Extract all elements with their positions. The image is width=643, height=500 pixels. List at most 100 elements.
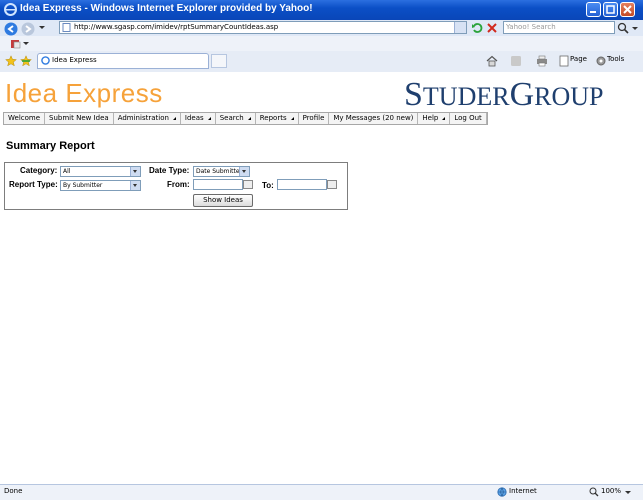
stop-icon[interactable] [486, 22, 498, 34]
report-type-label: Report Type: [9, 180, 58, 189]
search-options-chevron-icon[interactable] [631, 25, 639, 33]
status-bar: Done Internet 100% [0, 484, 643, 500]
studer-group-logo: STUDERGROUP [404, 76, 604, 114]
ie-icon [4, 3, 17, 16]
menu-item-label: Reports [259, 114, 287, 122]
menu-item-welcome[interactable]: Welcome [4, 113, 46, 124]
status-text: Done [4, 487, 23, 495]
page-menu[interactable]: Page [570, 55, 587, 63]
address-dropdown-icon[interactable] [454, 22, 466, 33]
feeds-icon[interactable] [510, 55, 522, 67]
maximize-button[interactable] [603, 2, 618, 17]
chevron-down-icon[interactable] [625, 490, 631, 496]
submenu-arrow-icon [442, 116, 446, 120]
add-favorites-icon[interactable] [20, 55, 32, 67]
date-type-label: Date Type: [149, 166, 190, 175]
menu-item-label: Ideas [184, 114, 204, 122]
logo-letter: S [404, 76, 423, 113]
minimize-button[interactable] [586, 2, 601, 17]
logo-text: ROUP [534, 82, 604, 111]
window-titlebar: Idea Express - Windows Internet Explorer… [0, 0, 643, 20]
home-icon[interactable] [486, 55, 498, 67]
maximize-icon [606, 5, 615, 14]
search-go-icon[interactable] [617, 22, 629, 34]
show-ideas-button[interactable]: Show Ideas [193, 194, 253, 207]
menu-item-reports[interactable]: Reports [256, 113, 299, 124]
zoom-level[interactable]: 100% [601, 487, 621, 495]
tools-menu[interactable]: Tools [607, 55, 624, 63]
globe-icon [497, 487, 507, 497]
page-favicon-icon [62, 23, 71, 32]
menu-item-help[interactable]: Help [418, 113, 451, 124]
page-content: Idea Express STUDERGROUP Welcome Submit N… [0, 72, 643, 483]
address-row: http://www.sgasp.com/imidev/rptSummaryCo… [0, 20, 643, 36]
logo-letter: G [509, 76, 535, 113]
zoom-icon[interactable] [589, 487, 599, 497]
to-date-input[interactable] [277, 179, 327, 190]
close-button[interactable] [620, 2, 635, 17]
logo-text: TUDER [422, 82, 510, 111]
menu-item-label: Log Out [454, 114, 482, 122]
menu-item-search[interactable]: Search [216, 113, 256, 124]
submenu-arrow-icon [290, 116, 294, 120]
submenu-arrow-icon [172, 116, 176, 120]
menu-item-submit-new-idea[interactable]: Submit New Idea [45, 113, 114, 124]
chevron-down-icon[interactable] [23, 41, 29, 47]
idea-express-logo: Idea Express [5, 78, 163, 108]
address-bar[interactable]: http://www.sgasp.com/imidev/rptSummaryCo… [59, 21, 467, 34]
calendar-icon[interactable] [327, 180, 337, 189]
date-type-value: Date Submitted [196, 168, 244, 175]
yahoo-toolbar-icon[interactable] [10, 38, 22, 50]
chevron-down-icon [130, 181, 140, 190]
from-date-input[interactable] [193, 179, 243, 190]
tools-gear-icon[interactable] [595, 55, 607, 67]
favorites-star-icon[interactable] [5, 55, 17, 67]
chevron-down-icon [130, 167, 140, 176]
menu-item-label: Search [219, 114, 244, 122]
report-filter-form: Category: All Report Type: By Submitter … [4, 162, 348, 210]
submenu-arrow-icon [207, 116, 211, 120]
new-tab-button[interactable] [211, 54, 227, 68]
refresh-icon[interactable] [471, 22, 483, 34]
forward-icon[interactable] [21, 22, 35, 36]
search-placeholder: Yahoo! Search [506, 23, 556, 31]
tab-label: Idea Express [52, 56, 97, 64]
chevron-down-icon[interactable] [38, 23, 46, 31]
category-select[interactable]: All [60, 166, 141, 177]
menu-item-administration[interactable]: Administration [114, 113, 181, 124]
calendar-icon[interactable] [243, 180, 253, 189]
menu-item-label: Profile [302, 114, 325, 122]
site-menu-bar: Welcome Submit New Idea Administration Idea… [3, 112, 488, 125]
tab-strip: Idea Express Page Tools [0, 51, 643, 72]
menu-item-label: My Messages (20 new) [333, 114, 414, 122]
page-title: Summary Report [6, 140, 95, 152]
security-zone: Internet [509, 487, 537, 495]
print-icon[interactable] [536, 55, 548, 67]
links-toolbar [0, 36, 643, 52]
window-title: Idea Express - Windows Internet Explorer… [20, 3, 313, 14]
menu-item-profile[interactable]: Profile [299, 113, 330, 124]
minimize-icon [590, 11, 596, 13]
tab-idea-express[interactable]: Idea Express [37, 53, 209, 69]
address-url[interactable]: http://www.sgasp.com/imidev/rptSummaryCo… [74, 23, 278, 31]
report-type-select[interactable]: By Submitter [60, 180, 141, 191]
category-value: All [63, 168, 71, 175]
menu-item-log-out[interactable]: Log Out [450, 113, 487, 124]
menu-item-label: Welcome [8, 114, 41, 122]
menu-item-ideas[interactable]: Ideas [181, 113, 216, 124]
chevron-down-icon [239, 167, 249, 176]
category-label: Category: [20, 166, 58, 175]
menu-item-my-messages-20-new[interactable]: My Messages (20 new) [329, 113, 419, 124]
ie-icon [41, 56, 50, 65]
close-icon [623, 5, 632, 14]
to-label: To: [262, 181, 274, 190]
report-type-value: By Submitter [63, 182, 103, 189]
menu-item-label: Submit New Idea [49, 114, 109, 122]
menu-item-label: Administration [117, 114, 169, 122]
submenu-arrow-icon [247, 116, 251, 120]
search-input[interactable]: Yahoo! Search [503, 21, 615, 34]
page-icon[interactable] [558, 55, 570, 67]
back-icon[interactable] [4, 22, 18, 36]
date-type-select[interactable]: Date Submitted [193, 166, 250, 177]
from-label: From: [167, 180, 190, 189]
